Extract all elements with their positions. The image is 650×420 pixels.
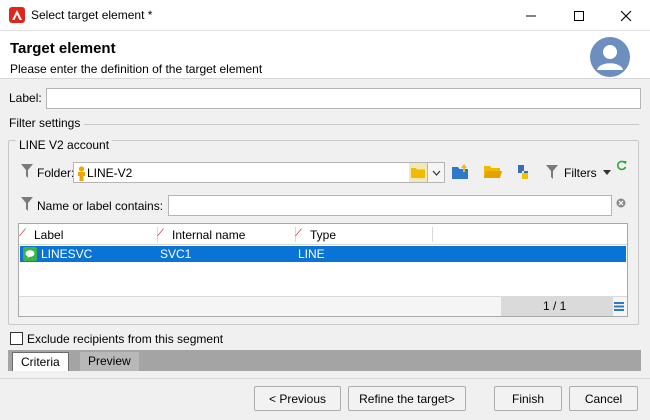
page-title: Target element	[10, 40, 116, 57]
label-caption: Label:	[9, 91, 42, 105]
label-input[interactable]	[46, 88, 641, 109]
tab-strip: Criteria Preview	[8, 350, 641, 371]
folder-up-icon[interactable]	[451, 163, 471, 181]
sort-icon: ⁄	[298, 227, 300, 239]
column-divider	[157, 227, 158, 242]
open-folder-icon[interactable]	[483, 164, 503, 180]
tab-criteria[interactable]: Criteria	[12, 352, 69, 371]
filter-funnel-icon	[20, 163, 34, 179]
column-header-label[interactable]: Label	[34, 228, 63, 242]
title-bar: Select target element *	[0, 0, 650, 31]
folder-browse-icon[interactable]	[409, 162, 428, 183]
refresh-icon[interactable]	[615, 159, 627, 171]
folder-field[interactable]: LINE-V2	[73, 162, 410, 183]
row-label: LINESVC	[41, 247, 93, 261]
column-header-internal-name[interactable]: Internal name	[172, 228, 245, 242]
row-internal-name: SVC1	[160, 247, 192, 261]
python-script-icon[interactable]	[514, 163, 532, 181]
finish-button[interactable]: Finish	[494, 386, 562, 411]
pager-text: 1 / 1	[543, 299, 567, 313]
section-divider	[84, 124, 639, 125]
column-divider	[432, 227, 433, 242]
filter-settings-title: Filter settings	[9, 116, 81, 130]
grid-header: ⁄ Label ⁄ Internal name ⁄ Type	[19, 224, 627, 245]
dialog-header: Target element Please enter the definiti…	[0, 31, 650, 79]
name-filter-funnel-icon	[20, 196, 34, 212]
minimize-button[interactable]	[508, 0, 554, 31]
name-filter-caption: Name or label contains:	[37, 199, 164, 213]
folder-value: LINE-V2	[87, 166, 133, 180]
adobe-app-icon	[9, 7, 25, 23]
folder-caption: Folder:	[37, 166, 75, 180]
filters-funnel-icon	[545, 164, 559, 180]
sort-icon: ⁄	[22, 227, 24, 239]
row-type: LINE	[298, 247, 325, 261]
column-divider	[295, 227, 296, 242]
user-avatar-icon	[590, 37, 630, 77]
window-title: Select target element *	[31, 8, 153, 22]
filters-menu-button[interactable]: Filters	[564, 166, 597, 180]
tab-preview[interactable]: Preview	[80, 352, 139, 371]
previous-button[interactable]: < Previous	[254, 386, 341, 411]
name-filter-input[interactable]	[168, 195, 612, 216]
close-button[interactable]	[603, 0, 649, 31]
column-header-type[interactable]: Type	[310, 228, 336, 242]
refine-target-button[interactable]: Refine the target>	[348, 386, 466, 411]
person-icon	[76, 165, 86, 181]
pager: 1 / 1	[501, 296, 613, 316]
line-service-icon	[23, 247, 37, 261]
filters-dropdown-icon[interactable]	[602, 168, 612, 176]
clear-filter-icon[interactable]	[615, 197, 627, 209]
page-subtitle: Please enter the definition of the targe…	[10, 62, 263, 76]
cancel-button[interactable]: Cancel	[569, 386, 638, 411]
exclude-checkbox[interactable]	[10, 332, 23, 345]
exclude-label: Exclude recipients from this segment	[27, 332, 224, 346]
results-grid[interactable]: ⁄ Label ⁄ Internal name ⁄ Type LINESVC S…	[18, 223, 628, 317]
sort-icon: ⁄	[160, 227, 162, 239]
table-row[interactable]: LINESVC SVC1 LINE	[20, 246, 626, 262]
chevron-down-icon[interactable]	[428, 162, 445, 183]
group-title: LINE V2 account	[16, 138, 113, 152]
maximize-button[interactable]	[556, 0, 602, 31]
grid-menu-icon[interactable]	[613, 300, 625, 312]
